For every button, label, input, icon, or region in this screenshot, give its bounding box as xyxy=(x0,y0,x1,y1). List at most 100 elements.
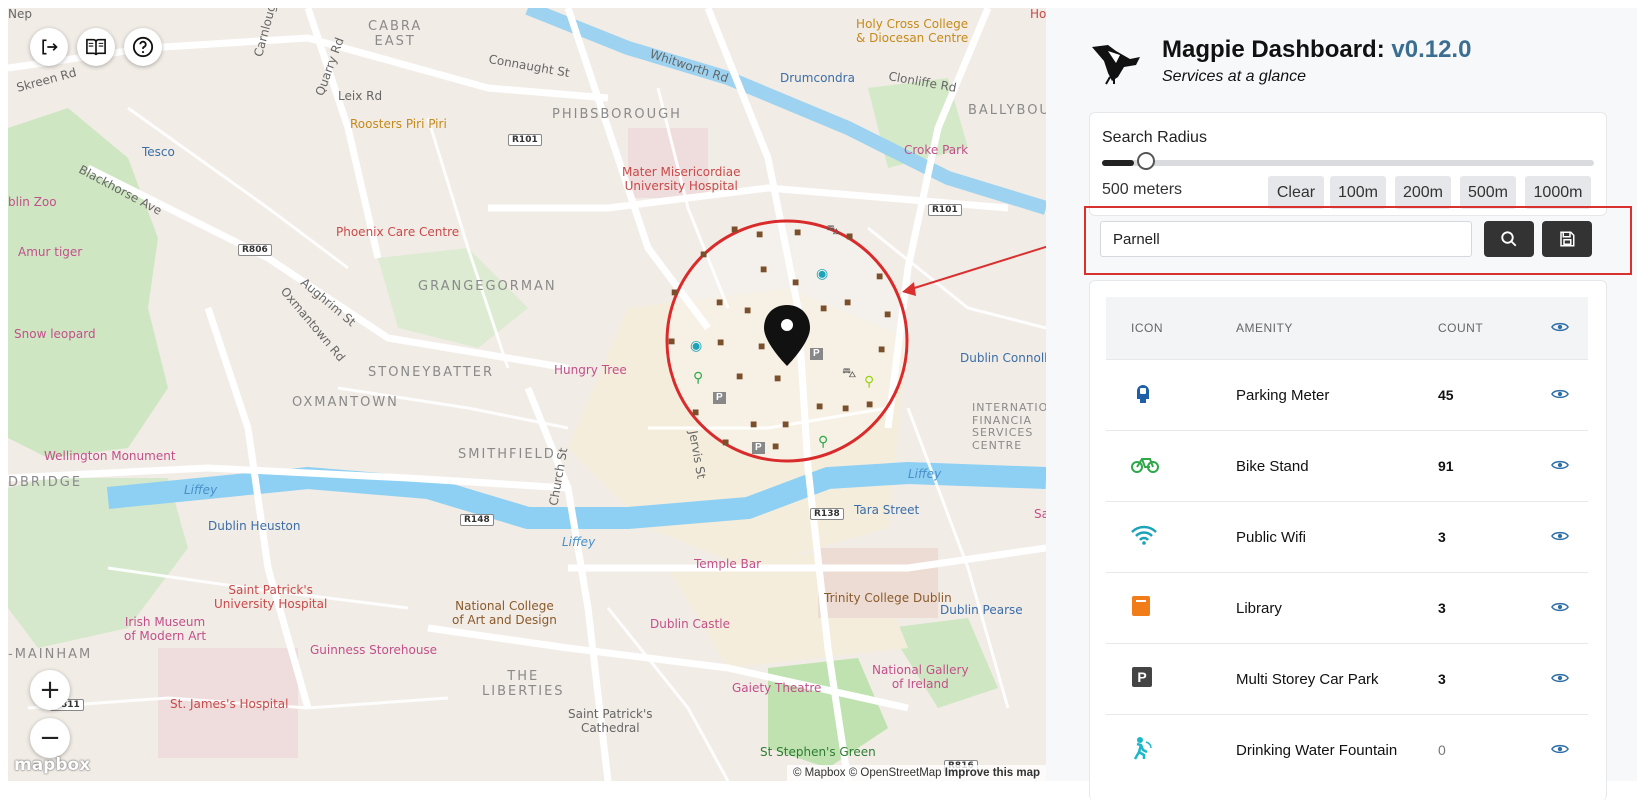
table-row: Bike Stand 91 xyxy=(1106,430,1588,502)
improve-map-link[interactable]: Improve this map xyxy=(945,767,1040,779)
search-icon xyxy=(1501,231,1517,247)
bin-marker-icon: ■ xyxy=(794,225,802,239)
amenity-count: 3 xyxy=(1438,643,1551,715)
map-label-stephens-green: St Stephen's Green xyxy=(760,745,876,759)
map-label-temple-bar: Temple Bar xyxy=(694,557,762,571)
bin-marker-icon: ■ xyxy=(692,405,700,419)
eye-icon xyxy=(1551,389,1569,398)
preset-100m-button[interactable]: 100m xyxy=(1330,176,1386,209)
preset-500m-button[interactable]: 500m xyxy=(1460,176,1516,209)
mapbox-logo: mapbox xyxy=(14,755,91,775)
bin-marker-icon: ■ xyxy=(792,275,800,289)
zoom-in-button[interactable]: + xyxy=(30,670,70,710)
map-label-ncad: National College of Art and Design xyxy=(452,599,557,627)
bin-marker-icon: ■ xyxy=(842,401,850,415)
preset-200m-button[interactable]: 200m xyxy=(1395,176,1451,209)
docs-button[interactable] xyxy=(77,28,115,66)
road-shield-r148: R148 xyxy=(460,514,494,526)
car-park-marker-icon: P xyxy=(810,348,823,360)
radius-slider[interactable] xyxy=(1102,152,1594,170)
help-circle-icon xyxy=(132,36,154,58)
map-label-dublin-zoo: blin Zoo xyxy=(8,195,57,209)
car-park-marker-icon: P xyxy=(752,442,765,454)
map-label-tesco: Tesco xyxy=(142,145,175,159)
map-label-liffey: Liffey xyxy=(562,535,596,549)
bin-marker-icon: ■ xyxy=(736,369,744,383)
eye-icon xyxy=(1551,322,1569,331)
amenity-count: 0 xyxy=(1438,714,1551,785)
map-label-dublin-castle: Dublin Castle xyxy=(650,617,730,631)
map-label-ifsc: INTERNATIO FINANCIA SERVICES CENTRE xyxy=(972,401,1046,452)
toggle-visibility[interactable] xyxy=(1551,643,1588,715)
map-label-smithfield: SMITHFIELD xyxy=(458,447,556,462)
map-label-national-gallery: National Gallery of Ireland xyxy=(872,663,969,691)
toggle-visibility[interactable] xyxy=(1551,572,1588,644)
map-label-phibsborough: PHIBSBOROUGH xyxy=(552,107,682,122)
bin-marker-icon: ■ xyxy=(820,301,828,315)
title-text: Magpie Dashboard: xyxy=(1162,36,1385,63)
version-label: v0.12.0 xyxy=(1391,36,1472,63)
save-button[interactable] xyxy=(1542,221,1592,257)
bin-marker-icon: ■ xyxy=(772,439,780,453)
map-label-mater: Mater Misericordiae University Hospital xyxy=(622,165,741,193)
radius-value: 500 meters xyxy=(1102,181,1183,198)
amenity-name: Library xyxy=(1236,572,1438,644)
help-button[interactable] xyxy=(124,28,162,66)
page-title: Magpie Dashboard: v0.12.0 xyxy=(1162,36,1471,64)
amenity-table: ICON AMENITY COUNT Parking Meter 45 Bike… xyxy=(1106,297,1588,785)
map-label-holy-cross: Holy Cross College & Diocesan Centre xyxy=(856,17,969,45)
map-label-imma: Irish Museum of Modern Art xyxy=(124,615,207,643)
bin-marker-icon: ■ xyxy=(774,371,782,385)
eye-icon xyxy=(1551,602,1569,611)
table-header-row: ICON AMENITY COUNT xyxy=(1106,297,1588,360)
search-button[interactable] xyxy=(1484,221,1534,257)
table-row: Public Wifi 3 xyxy=(1106,501,1588,573)
fountain-icon xyxy=(1133,737,1152,760)
radius-slider-thumb[interactable] xyxy=(1137,152,1155,170)
map-label-st-patricks-cathedral: Saint Patrick's Cathedral xyxy=(568,707,653,735)
logout-button[interactable] xyxy=(30,28,68,66)
wifi-marker-icon: ◉ xyxy=(690,337,703,353)
map-label-drumcondra: Drumcondra xyxy=(780,71,855,85)
amenity-name: Bike Stand xyxy=(1236,430,1438,502)
bin-marker-icon: ■ xyxy=(668,334,676,348)
attribution-text[interactable]: © Mapbox © OpenStreetMap xyxy=(793,767,942,779)
map-label-mainham: -MAINHAM xyxy=(8,647,93,662)
map-label-stoneybatter: STONEYBATTER xyxy=(368,365,495,380)
map-label-st-patricks: Saint Patrick's University Hospital xyxy=(214,583,328,611)
amenity-name: Public Wifi xyxy=(1236,501,1438,573)
map-canvas[interactable]: ■ ■ ■ ■ ■ ■ ■ ■ ■ ■ ■ ■ ■ ■ ■ ■ ■ ■ ■ ■ … xyxy=(8,8,1046,781)
map-attribution: © Mapbox © OpenStreetMap Improve this ma… xyxy=(786,765,1046,781)
preset-clear-button[interactable]: Clear xyxy=(1268,176,1324,209)
col-header-visibility[interactable] xyxy=(1551,297,1588,360)
table-row: P Multi Storey Car Park 3 xyxy=(1106,643,1588,715)
toggle-visibility[interactable] xyxy=(1551,501,1588,573)
location-search-input[interactable] xyxy=(1100,221,1472,257)
toggle-visibility[interactable] xyxy=(1551,714,1588,785)
map-label-st-james: St. James's Hospital xyxy=(170,697,289,711)
zoom-out-button[interactable]: − xyxy=(30,718,70,758)
map-label-dublin-pearse: Dublin Pearse xyxy=(940,603,1023,617)
map-label-guinness: Guinness Storehouse xyxy=(310,643,438,657)
bin-marker-icon: ■ xyxy=(756,227,764,241)
parking-meter-icon xyxy=(1137,385,1149,403)
map-label-wellington: Wellington Monument xyxy=(44,449,176,463)
map-label-roosters: Roosters Piri Piri xyxy=(350,117,447,131)
book-icon xyxy=(1132,596,1150,616)
road-shield-r138: R138 xyxy=(810,508,844,520)
map-label-nep: Nep xyxy=(8,8,32,21)
wifi-marker-icon: ◉ xyxy=(816,265,829,281)
radius-slider-fill xyxy=(1102,160,1134,166)
amenity-name: Parking Meter xyxy=(1236,359,1438,431)
eye-icon xyxy=(1551,531,1569,540)
bin-marker-icon: ■ xyxy=(878,342,886,356)
svg-text:P: P xyxy=(1137,669,1146,685)
map-label-the-liberties: THE LIBERTIES xyxy=(482,669,565,699)
wifi-icon xyxy=(1131,525,1157,545)
toggle-visibility[interactable] xyxy=(1551,359,1588,431)
bin-marker-icon: ■ xyxy=(816,399,824,413)
toggle-visibility[interactable] xyxy=(1551,430,1588,502)
amenity-card: ICON AMENITY COUNT Parking Meter 45 Bike… xyxy=(1089,280,1607,801)
preset-1000m-button[interactable]: 1000m xyxy=(1525,176,1591,209)
map-label-leix: Leix Rd xyxy=(338,89,383,103)
